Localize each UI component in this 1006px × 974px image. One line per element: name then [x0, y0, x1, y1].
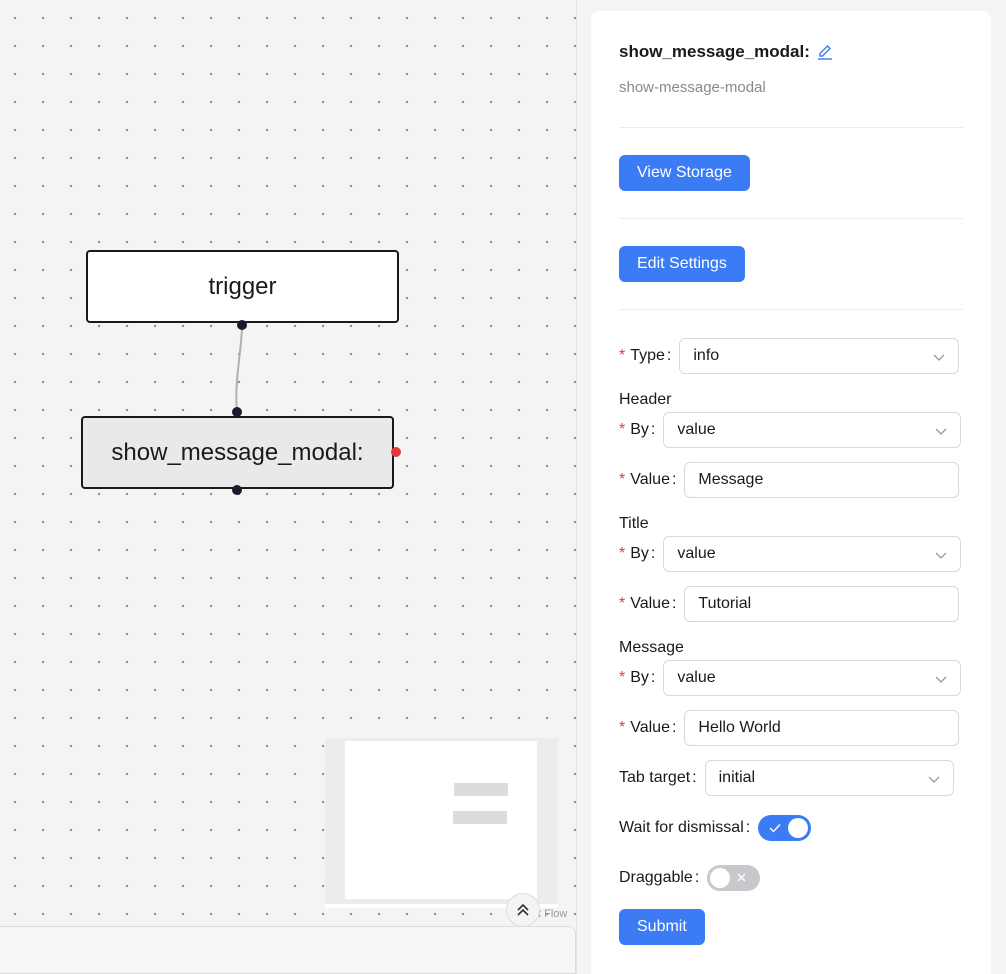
title-value-text: Tutorial — [698, 595, 752, 612]
node-id-text: show-message-modal — [619, 79, 766, 96]
header-value-input[interactable]: Message — [684, 462, 960, 498]
header-by-select[interactable]: value — [663, 412, 962, 448]
wait-dismissal-label: Wait for dismissal: — [619, 819, 751, 836]
minimap[interactable] — [325, 738, 558, 908]
chevrons-up-icon — [517, 903, 529, 916]
title-by-row: * By: value — [619, 536, 962, 572]
message-by-label: * By: — [619, 669, 656, 686]
header-value-row: * Value: Message — [619, 462, 960, 498]
title-value-input[interactable]: Tutorial — [684, 586, 960, 622]
trigger-node-label: trigger — [208, 272, 277, 300]
chevron-down-icon — [933, 354, 945, 361]
submit-button[interactable]: Submit — [619, 909, 705, 945]
tab-target-label: Tab target: — [619, 769, 697, 786]
title-value-label: * Value: — [619, 595, 677, 612]
wait-dismissal-row: Wait for dismissal: — [619, 810, 812, 846]
chevron-down-icon — [935, 428, 947, 435]
toggle-knob — [710, 868, 731, 888]
title-by-label: * By: — [619, 545, 656, 562]
minimap-node — [454, 783, 508, 796]
modal-output-handle[interactable] — [232, 485, 242, 495]
modal-error-handle[interactable] — [391, 447, 401, 457]
edit-settings-button[interactable]: Edit Settings — [619, 246, 745, 282]
title-value-row: * Value: Tutorial — [619, 586, 960, 622]
draggable-row: Draggable: — [619, 860, 761, 896]
header-by-select-value: value — [677, 421, 716, 438]
divider — [619, 309, 963, 310]
message-by-select-value: value — [677, 669, 716, 686]
tab-target-row: Tab target: initial — [619, 760, 954, 796]
attribution-text[interactable]: t Flow — [538, 908, 567, 920]
show-message-modal-node[interactable]: show_message_modal: — [81, 416, 394, 489]
trigger-node[interactable]: trigger — [86, 250, 399, 323]
edit-pencil-icon[interactable] — [816, 43, 834, 61]
title-by-select[interactable]: value — [663, 536, 962, 572]
check-icon — [769, 824, 781, 833]
wait-dismissal-toggle[interactable] — [758, 815, 812, 841]
type-select-value: info — [693, 347, 720, 364]
tab-target-select[interactable]: initial — [704, 760, 954, 796]
header-by-label: * By: — [619, 421, 656, 438]
tab-target-select-value: initial — [718, 769, 756, 786]
message-value-input[interactable]: Hello World — [684, 710, 960, 746]
settings-panel: show_message_modal: show-message-modal V… — [591, 11, 991, 974]
type-select[interactable]: info — [679, 338, 960, 374]
minimap-viewport[interactable] — [345, 741, 537, 899]
header-section-label: Header — [619, 391, 672, 408]
title-section-label: Title — [619, 515, 649, 532]
message-value-text: Hello World — [698, 719, 781, 736]
message-by-row: * By: value — [619, 660, 962, 696]
type-row: * Type: info — [619, 338, 960, 374]
minimap-node — [453, 811, 507, 824]
type-label: * Type: — [619, 347, 672, 364]
title-by-select-value: value — [677, 545, 716, 562]
toggle-knob — [788, 818, 809, 838]
draggable-toggle[interactable] — [707, 865, 761, 891]
header-value-label: * Value: — [619, 471, 677, 488]
trigger-output-handle[interactable] — [237, 320, 247, 330]
close-icon — [737, 873, 746, 882]
message-value-label: * Value: — [619, 719, 677, 736]
divider — [619, 127, 963, 128]
header-by-row: * By: value — [619, 412, 962, 448]
chevron-down-icon — [935, 676, 947, 683]
header-value-text: Message — [698, 471, 764, 488]
modal-node-label: show_message_modal: — [111, 438, 364, 466]
bottom-drawer[interactable] — [0, 926, 576, 974]
divider — [619, 218, 963, 219]
node-name-text: show_message_modal: — [619, 42, 810, 61]
chevron-down-icon — [928, 776, 940, 783]
view-storage-button[interactable]: View Storage — [619, 155, 750, 191]
message-by-select[interactable]: value — [663, 660, 962, 696]
chevron-down-icon — [935, 552, 947, 559]
node-name-heading: show_message_modal: — [619, 42, 834, 62]
message-section-label: Message — [619, 639, 684, 656]
flow-canvas[interactable]: trigger show_message_modal: t Flow — [0, 0, 577, 974]
message-value-row: * Value: Hello World — [619, 710, 960, 746]
draggable-label: Draggable: — [619, 869, 700, 886]
collapse-toggle-button[interactable] — [506, 893, 540, 927]
